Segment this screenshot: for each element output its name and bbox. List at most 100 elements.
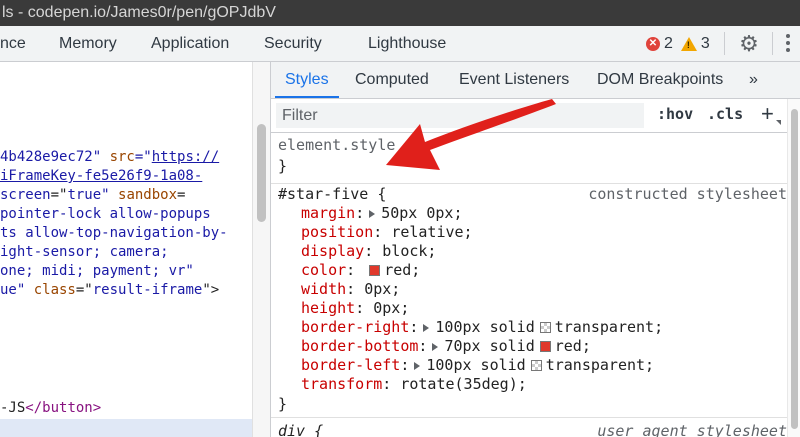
dom-node-line[interactable]: ue" class="result-iframe"> (0, 281, 219, 300)
color-swatch[interactable] (530, 360, 542, 371)
filter-input[interactable] (276, 103, 644, 128)
color-swatch[interactable] (539, 341, 551, 352)
colon: : (382, 375, 392, 393)
rule-selector[interactable]: div { (278, 422, 323, 437)
property-name[interactable]: position (301, 223, 373, 242)
property-value[interactable]: relative; (391, 223, 472, 242)
property-name[interactable]: border-left (301, 356, 400, 375)
css-property-width[interactable]: width: 0px; (301, 280, 400, 299)
style-rules: element.style { } #star-five { construct… (271, 133, 787, 437)
property-value-color[interactable]: transparent; (555, 318, 663, 337)
property-value-color[interactable]: red; (555, 337, 591, 356)
node-text: </button> (25, 400, 102, 416)
more-options-icon[interactable] (784, 32, 792, 56)
error-icon: ✕ (646, 36, 660, 51)
property-name[interactable]: height (301, 299, 355, 318)
css-property-border-bottom[interactable]: border-bottom:70px solid red; (301, 337, 591, 356)
color-swatch[interactable] (539, 322, 551, 333)
elements-tree[interactable]: 4b428e9ec72" src="https://iFrameKey-fe5e… (0, 62, 252, 437)
dom-node-line[interactable]: ts allow-top-navigation-by- (0, 224, 228, 243)
colon: : (418, 337, 428, 355)
color-swatch[interactable] (369, 265, 381, 276)
colon: : (400, 356, 410, 374)
property-value[interactable]: block; (382, 242, 436, 261)
elements-scrollbar[interactable] (252, 62, 270, 437)
dom-node-line[interactable]: ight-sensor; camera; (0, 243, 169, 262)
styles-scrollbar[interactable] (787, 99, 800, 437)
issue-counts[interactable]: ✕ 2 ! 3 (646, 26, 710, 61)
property-value[interactable]: rotate(35deg); (400, 375, 526, 394)
css-property-position[interactable]: position: relative; (301, 223, 473, 242)
property-name[interactable]: margin (301, 204, 355, 223)
css-property-height[interactable]: height: 0px; (301, 299, 409, 318)
property-value[interactable]: 70px solid (444, 337, 534, 356)
css-property-display[interactable]: display: block; (301, 242, 436, 261)
gear-icon[interactable]: ⚙ (738, 33, 760, 55)
attr-link[interactable]: iFrameKey-fe5e26f9-1a08- (0, 168, 202, 184)
property-name[interactable]: display (301, 242, 364, 261)
dom-node-line[interactable]: pointer-lock allow-popups (0, 205, 211, 224)
property-name[interactable]: transform (301, 375, 382, 394)
devtools-tab-bar: nce Memory Application Security Lighthou… (0, 26, 800, 62)
expand-shorthand-icon[interactable] (414, 361, 421, 370)
tab-dom-breakpoints[interactable]: DOM Breakpoints (597, 62, 723, 98)
dom-node-line[interactable]: screen="true" sandbox= (0, 186, 185, 205)
property-value[interactable]: 100px solid (426, 356, 525, 375)
element-style-rule[interactable]: element.style { } (271, 133, 787, 183)
node-text: true" (67, 187, 119, 203)
property-value[interactable]: 50px 0px; (381, 204, 462, 223)
new-rule-menu-icon[interactable] (776, 120, 781, 125)
rule-origin: user agent stylesheet (597, 422, 787, 437)
scrollbar-thumb[interactable] (257, 124, 266, 222)
toolbar-divider (724, 32, 725, 55)
expand-shorthand-icon[interactable] (423, 323, 430, 332)
rule-selector[interactable]: element.style { (278, 136, 413, 155)
property-value[interactable]: 0px; (373, 299, 409, 318)
attr-name: class (33, 282, 76, 298)
hov-button[interactable]: :hov (657, 105, 693, 123)
tab-lighthouse[interactable]: Lighthouse (368, 26, 446, 61)
attr-link[interactable]: https:// (152, 149, 219, 165)
dom-node-line[interactable]: one; midi; payment; vr" (0, 262, 194, 281)
star-five-rule[interactable]: #star-five { constructed stylesheet marg… (271, 184, 787, 417)
css-property-color[interactable]: color: red; (301, 261, 420, 280)
tab-styles[interactable]: Styles (275, 62, 339, 98)
selected-node-highlight (0, 419, 252, 437)
tab-performance[interactable]: nce (0, 26, 26, 61)
css-property-transform[interactable]: transform: rotate(35deg); (301, 375, 527, 394)
property-value[interactable]: red; (384, 261, 420, 280)
tab-memory[interactable]: Memory (59, 26, 117, 61)
rule-selector[interactable]: #star-five { (278, 185, 386, 204)
tab-security[interactable]: Security (264, 26, 322, 61)
node-text: one; midi; payment; vr" (0, 263, 194, 279)
node-text: -JS (0, 400, 26, 416)
node-text: ts allow-top-navigation-by- (0, 225, 228, 241)
tab-application[interactable]: Application (151, 26, 229, 61)
dom-node-line[interactable]: -JS</button> (0, 399, 101, 418)
dom-node-line[interactable]: 4b428e9ec72" src="https:// (0, 148, 219, 167)
css-property-margin[interactable]: margin:50px 0px; (301, 204, 463, 223)
more-tabs-icon[interactable]: » (749, 62, 758, 98)
node-text: 4b428e9ec72" (0, 149, 110, 165)
div-rule[interactable]: div { user agent stylesheet (271, 418, 787, 437)
new-rule-button[interactable]: + (761, 101, 774, 127)
tab-computed[interactable]: Computed (355, 62, 429, 98)
cls-button[interactable]: .cls (707, 105, 743, 123)
property-value[interactable]: 100px solid (435, 318, 534, 337)
scrollbar-thumb[interactable] (791, 109, 798, 429)
css-property-border-left[interactable]: border-left:100px solid transparent; (301, 356, 654, 375)
property-value[interactable]: 0px; (364, 280, 400, 299)
dom-node-line[interactable]: iFrameKey-fe5e26f9-1a08- (0, 167, 202, 186)
node-text: =" (75, 282, 93, 298)
expand-shorthand-icon[interactable] (432, 342, 439, 351)
expand-shorthand-icon[interactable] (369, 209, 376, 218)
property-name[interactable]: border-right (301, 318, 409, 337)
property-value-color[interactable]: transparent; (546, 356, 654, 375)
tab-event-listeners[interactable]: Event Listeners (459, 62, 569, 98)
css-property-border-right[interactable]: border-right:100px solid transparent; (301, 318, 663, 337)
property-name[interactable]: color (301, 261, 346, 280)
rule-close-brace: } (278, 157, 288, 175)
property-name[interactable]: border-bottom (301, 337, 418, 356)
colon: : (346, 280, 356, 298)
property-name[interactable]: width (301, 280, 346, 299)
